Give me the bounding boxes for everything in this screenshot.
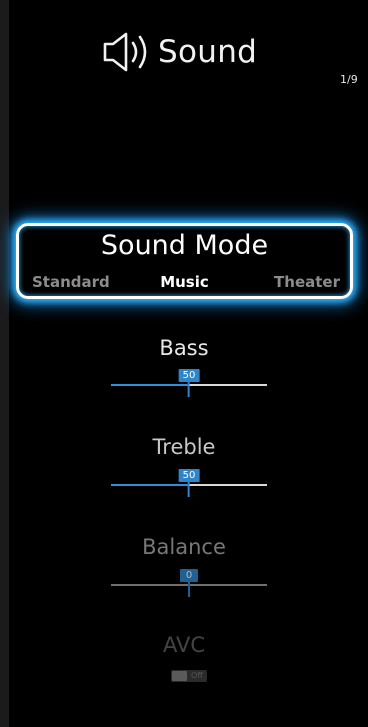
treble-slider[interactable]: 50 [111, 469, 267, 486]
avc-toggle-thumb [172, 671, 187, 681]
balance-slider-value[interactable]: 0 [180, 569, 198, 582]
balance-slider[interactable]: 0 [111, 569, 267, 586]
page-header: Sound [100, 26, 257, 78]
side-edge [0, 0, 9, 727]
avc-toggle[interactable]: Off [171, 670, 207, 682]
avc-toggle-state: Off [191, 671, 203, 680]
treble-label: Treble [152, 435, 216, 459]
treble-slider-fill [111, 484, 189, 486]
bass-slider[interactable]: 50 [111, 369, 267, 386]
sound-mode-label: Sound Mode [100, 230, 269, 261]
sound-mode-selector[interactable]: Sound Mode Standard Music Theater [16, 223, 353, 299]
bass-label: Bass [159, 336, 209, 360]
page-title: Sound [158, 34, 258, 70]
sound-mode-option-theater[interactable]: Theater [274, 273, 340, 291]
balance-label: Balance [142, 535, 226, 559]
avc-label: AVC [162, 633, 206, 657]
bass-slider-fill [111, 384, 189, 386]
page-indicator: 1/9 [340, 73, 358, 86]
treble-slider-value[interactable]: 50 [178, 469, 200, 482]
bass-slider-value[interactable]: 50 [178, 369, 200, 382]
speaker-sound-icon [103, 32, 147, 72]
